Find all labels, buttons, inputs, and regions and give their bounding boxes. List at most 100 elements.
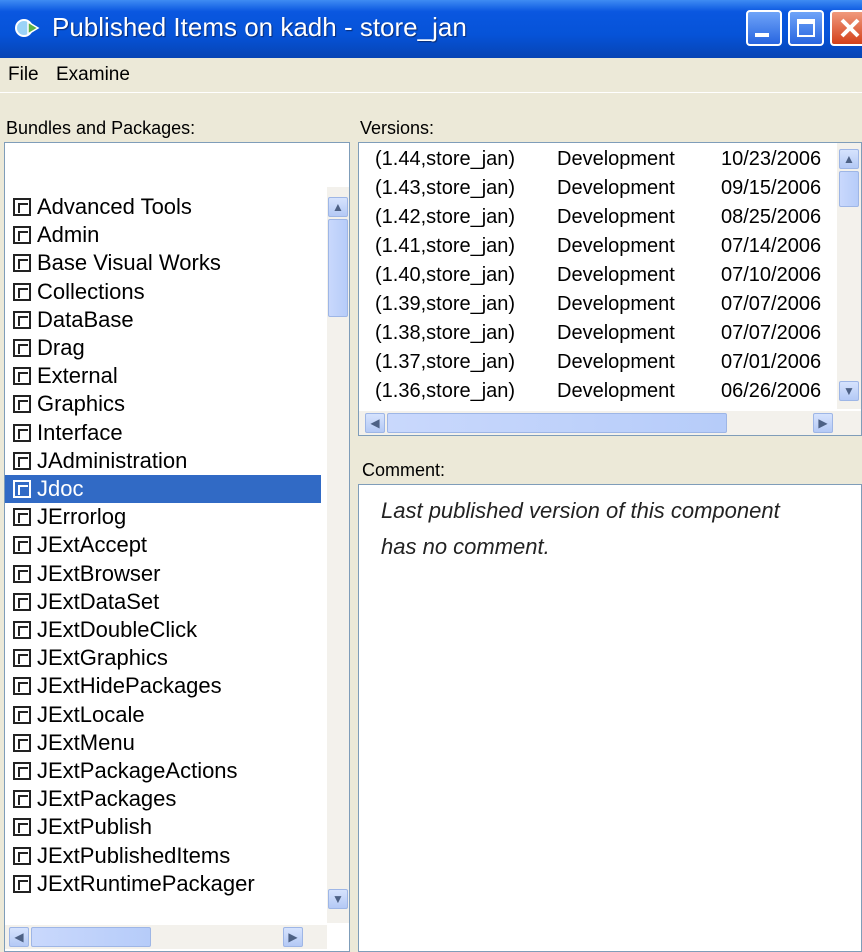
list-item-label: Graphics xyxy=(37,391,126,417)
package-icon xyxy=(13,226,31,245)
version-version: (1.39,store_jan) xyxy=(375,293,516,315)
scroll-up-button[interactable]: ▲ xyxy=(839,149,859,169)
version-date: 07/07/2006 xyxy=(721,322,822,344)
scroll-down-button[interactable]: ▼ xyxy=(839,381,859,401)
version-date: 09/15/2006 xyxy=(721,177,822,199)
list-item-label: Collections xyxy=(37,278,145,304)
scroll-thumb[interactable] xyxy=(328,219,348,317)
list-item[interactable]: Collections xyxy=(5,278,145,306)
package-icon xyxy=(13,536,31,555)
list-item[interactable]: Drag xyxy=(5,334,85,362)
list-item-label: Base Visual Works xyxy=(37,250,221,276)
list-item-label: Drag xyxy=(37,335,85,360)
list-item[interactable]: JExtPackages xyxy=(5,785,176,813)
menu-bar: File Examine xyxy=(0,58,862,93)
list-item-label: JExtAccept xyxy=(37,532,148,558)
version-date: 07/14/2006 xyxy=(721,235,822,257)
versions-list[interactable]: (1.44,store_jan) Development 10/23/2006 (1.… xyxy=(358,142,862,436)
minimize-button[interactable] xyxy=(746,10,782,46)
list-item-label: JExtMenu xyxy=(37,729,135,755)
list-item[interactable]: Jdoc xyxy=(5,475,321,503)
package-icon xyxy=(13,592,31,611)
scroll-thumb-horizontal[interactable] xyxy=(31,927,151,947)
list-item[interactable]: External xyxy=(5,362,118,390)
list-item-label: JErrorlog xyxy=(37,504,127,530)
minimize-icon xyxy=(755,33,769,37)
list-item-label: JExtRuntimePackager xyxy=(37,870,255,896)
versions-horizontal-scrollbar[interactable]: ◀ ▶ xyxy=(359,411,861,435)
package-icon xyxy=(13,367,31,386)
list-item-label: JExtPackages xyxy=(37,786,177,812)
package-icon xyxy=(13,254,31,273)
package-icon xyxy=(13,621,31,639)
title-bar[interactable]: Published Items on kadh - store_jan xyxy=(0,0,862,58)
list-item[interactable]: JExtMenu xyxy=(5,729,135,757)
bundles-label: Bundles and Packages: xyxy=(6,118,196,138)
bundles-vertical-scrollbar[interactable]: ▲ ▼ xyxy=(327,187,349,923)
version-status: Development xyxy=(557,264,675,286)
list-item[interactable]: DataBase xyxy=(5,306,134,334)
scroll-right-button[interactable]: ▶ xyxy=(283,927,303,947)
comment-text: Last published version of this component… xyxy=(381,498,780,559)
version-version: (1.44,store_jan) xyxy=(375,148,516,170)
list-item[interactable]: JExtDataSet xyxy=(5,588,159,616)
list-item[interactable]: JExtPublish xyxy=(5,813,152,841)
scroll-up-button[interactable]: ▲ xyxy=(328,197,348,217)
close-button[interactable] xyxy=(830,10,862,46)
scroll-down-button[interactable]: ▼ xyxy=(328,889,348,909)
version-version: (1.38,store_jan) xyxy=(375,322,516,344)
list-item-label: DataBase xyxy=(37,306,134,332)
comment-box[interactable]: Last published version of this component… xyxy=(358,484,862,952)
package-icon xyxy=(13,874,31,893)
list-item-label: JExtDoubleClick xyxy=(37,617,198,642)
list-item[interactable]: JExtPublishedItems xyxy=(5,842,230,870)
version-status: Development xyxy=(557,206,675,228)
bundles-list[interactable]: Advanced Tools Admin Base Visual Works Coll… xyxy=(4,142,350,952)
package-icon xyxy=(13,677,31,696)
list-item[interactable]: JExtHidePackages xyxy=(5,672,222,700)
list-item-label: Advanced Tools xyxy=(37,194,192,219)
maximize-button[interactable] xyxy=(788,10,824,46)
package-icon xyxy=(13,790,31,809)
menu-examine[interactable]: Examine xyxy=(56,64,130,86)
list-item[interactable]: Interface xyxy=(5,419,123,447)
menu-file[interactable]: File xyxy=(8,64,39,86)
list-item[interactable]: Admin xyxy=(5,221,99,249)
scroll-right-button[interactable]: ▶ xyxy=(813,413,833,433)
list-item[interactable]: JExtLocale xyxy=(5,701,145,729)
list-item-label: JExtPackageActions xyxy=(37,758,238,783)
list-item-label: JExtPublishedItems xyxy=(37,842,231,868)
version-version: (1.41,store_jan) xyxy=(375,235,516,257)
version-date: 06/26/2006 xyxy=(721,380,822,402)
list-item[interactable]: Base Visual Works xyxy=(5,249,221,277)
list-item[interactable]: JExtDoubleClick xyxy=(5,616,197,644)
list-item[interactable]: Graphics xyxy=(5,390,125,418)
list-item[interactable]: Advanced Tools xyxy=(5,193,192,221)
list-item-label: JExtLocale xyxy=(37,701,145,727)
version-date: 10/23/2006 xyxy=(721,148,822,170)
list-item[interactable]: JExtPackageActions xyxy=(5,757,238,785)
list-item-label: Interface xyxy=(37,419,123,445)
package-icon xyxy=(13,423,31,442)
version-version: (1.40,store_jan) xyxy=(375,264,516,286)
list-item-label: JExtPublish xyxy=(37,814,152,840)
list-item[interactable]: JExtRuntimePackager xyxy=(5,870,255,898)
store-icon xyxy=(15,19,40,37)
list-item-label: JExtDataSet xyxy=(37,588,160,614)
versions-vertical-scrollbar[interactable]: ▲ ▼ xyxy=(837,143,861,409)
list-item[interactable]: JExtGraphics xyxy=(5,644,168,672)
list-item[interactable]: JErrorlog xyxy=(5,503,126,531)
version-version: (1.42,store_jan) xyxy=(375,206,516,228)
scroll-left-button[interactable]: ◀ xyxy=(365,413,385,433)
list-item[interactable]: JExtAccept xyxy=(5,531,147,559)
scroll-left-button[interactable]: ◀ xyxy=(9,927,29,947)
scroll-thumb[interactable] xyxy=(839,171,859,207)
list-item[interactable]: JAdministration xyxy=(5,447,187,475)
list-item-label: JExtHidePackages xyxy=(37,673,222,699)
version-status: Development xyxy=(557,148,675,170)
scroll-thumb-horizontal[interactable] xyxy=(387,413,727,433)
list-item[interactable]: JExtBrowser xyxy=(5,560,160,588)
version-status: Development xyxy=(557,380,675,402)
version-date: 07/07/2006 xyxy=(721,293,822,315)
bundles-horizontal-scrollbar[interactable]: ◀ ▶ xyxy=(5,925,327,949)
